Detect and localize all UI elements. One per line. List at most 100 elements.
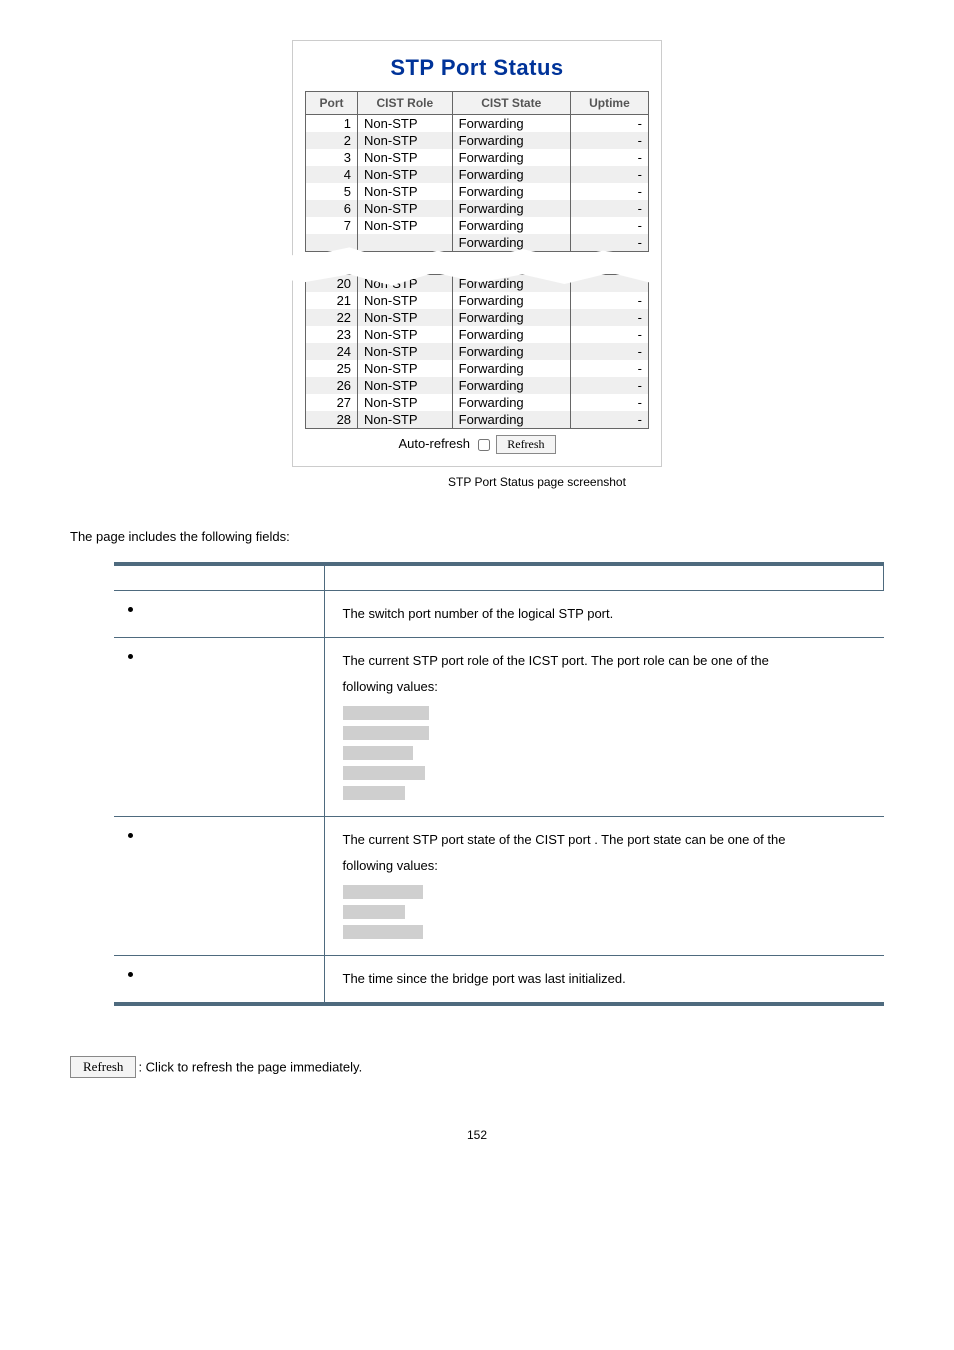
cell-uptime: - — [570, 394, 648, 411]
col-header-cist-role: CIST Role — [358, 92, 453, 115]
cell-cist-state: Forwarding — [452, 115, 570, 133]
cell-cist-role: Non-STP — [358, 200, 453, 217]
fields-intro-text: The page includes the following fields: — [70, 529, 884, 544]
cell-uptime: - — [570, 115, 648, 133]
table-row: 7 Non-STP Forwarding - — [306, 217, 649, 234]
table-row: 3 Non-STP Forwarding - — [306, 149, 649, 166]
cell-port: 6 — [306, 200, 358, 217]
cell-cist-state: Forwarding — [452, 217, 570, 234]
cell-cist-state: Forwarding — [452, 183, 570, 200]
cell-cist-state: Forwarding — [452, 343, 570, 360]
cell-port: 4 — [306, 166, 358, 183]
fields-description-table: The switch port number of the logical ST… — [114, 562, 884, 1006]
cist-role-line2: following values: — [343, 679, 438, 694]
field-label-uptime — [114, 955, 324, 1004]
cist-role-line1: The current STP port role of the ICST po… — [343, 653, 769, 668]
cell-port: 2 — [306, 132, 358, 149]
value-placeholder — [343, 746, 413, 760]
stp-status-table: Port CIST Role CIST State Uptime 1 Non-S… — [305, 91, 649, 252]
cell-port: 5 — [306, 183, 358, 200]
cell-uptime: - — [570, 217, 648, 234]
stp-status-table-lower: 20 Non-STP Forwarding 21 Non-STP Forward… — [305, 274, 649, 429]
table-row: 6 Non-STP Forwarding - — [306, 200, 649, 217]
cell-port: 24 — [306, 343, 358, 360]
value-placeholder — [343, 766, 425, 780]
cell-cist-role: Non-STP — [358, 132, 453, 149]
panel-title: STP Port Status — [305, 55, 649, 81]
refresh-row: Auto-refresh Refresh — [305, 429, 649, 456]
cell-uptime: - — [570, 166, 648, 183]
cist-state-line2: following values: — [343, 858, 438, 873]
table-row: 28 Non-STP Forwarding - — [306, 411, 649, 429]
cell-cist-role: Non-STP — [358, 149, 453, 166]
field-desc-uptime: The time since the bridge port was last … — [324, 955, 884, 1004]
refresh-note-text: : Click to refresh the page immediately. — [138, 1059, 362, 1074]
cell-cist-role: Non-STP — [358, 309, 453, 326]
cell-port: 25 — [306, 360, 358, 377]
cell-port: 22 — [306, 309, 358, 326]
table-row: 24 Non-STP Forwarding - — [306, 343, 649, 360]
cell-port: 28 — [306, 411, 358, 429]
cell-uptime: - — [570, 326, 648, 343]
cell-cist-role: Non-STP — [358, 115, 453, 133]
value-placeholder — [343, 925, 423, 939]
cell-uptime: - — [570, 234, 648, 252]
table-row: 25 Non-STP Forwarding - — [306, 360, 649, 377]
refresh-button-large[interactable]: Refresh — [70, 1056, 136, 1078]
value-placeholder — [343, 786, 405, 800]
cell-cist-role: Non-STP — [358, 326, 453, 343]
cell-uptime: - — [570, 292, 648, 309]
table-row: 4 Non-STP Forwarding - — [306, 166, 649, 183]
field-label-port — [114, 590, 324, 637]
cell-uptime: - — [570, 377, 648, 394]
cell-cist-state: Forwarding — [452, 166, 570, 183]
cell-cist-state: Forwarding — [452, 360, 570, 377]
table-row: 1 Non-STP Forwarding - — [306, 115, 649, 133]
cell-port: 7 — [306, 217, 358, 234]
cell-port: 26 — [306, 377, 358, 394]
cell-cist-role: Non-STP — [358, 166, 453, 183]
table-row: 21 Non-STP Forwarding - — [306, 292, 649, 309]
cell-cist-role: Non-STP — [358, 360, 453, 377]
refresh-note: Refresh: Click to refresh the page immed… — [70, 1056, 884, 1078]
auto-refresh-label: Auto-refresh — [398, 436, 470, 451]
field-desc-port: The switch port number of the logical ST… — [324, 590, 884, 637]
auto-refresh-checkbox[interactable] — [478, 439, 490, 451]
cell-uptime: - — [570, 411, 648, 429]
table-row: 27 Non-STP Forwarding - — [306, 394, 649, 411]
cell-uptime: - — [570, 183, 648, 200]
cell-uptime: - — [570, 200, 648, 217]
cell-port: 3 — [306, 149, 358, 166]
stp-port-status-panel: STP Port Status Port CIST Role CIST Stat… — [292, 40, 662, 467]
table-row: 2 Non-STP Forwarding - — [306, 132, 649, 149]
cell-cist-state: Forwarding — [452, 132, 570, 149]
cell-cist-state: Forwarding — [452, 394, 570, 411]
cell-uptime: - — [570, 132, 648, 149]
cell-port: 21 — [306, 292, 358, 309]
field-desc-cist-role: The current STP port role of the ICST po… — [324, 637, 884, 816]
fields-header-left — [114, 564, 324, 590]
cell-cist-role: Non-STP — [358, 292, 453, 309]
cell-cist-role: Non-STP — [358, 411, 453, 429]
fields-header-right — [324, 564, 884, 590]
refresh-button[interactable]: Refresh — [496, 435, 555, 454]
cell-cist-role — [358, 234, 453, 252]
cell-cist-state: Forwarding — [452, 377, 570, 394]
field-desc-cist-state: The current STP port state of the CIST p… — [324, 816, 884, 955]
col-header-port: Port — [306, 92, 358, 115]
screenshot-caption: STP Port Status page screenshot — [292, 475, 662, 489]
cell-port: 1 — [306, 115, 358, 133]
field-label-cist-state — [114, 816, 324, 955]
table-row: 5 Non-STP Forwarding - — [306, 183, 649, 200]
col-header-uptime: Uptime — [570, 92, 648, 115]
cell-uptime: - — [570, 149, 648, 166]
cell-cist-state: Forwarding — [452, 326, 570, 343]
cell-cist-state: Forwarding — [452, 309, 570, 326]
col-header-cist-state: CIST State — [452, 92, 570, 115]
cell-cist-role: Non-STP — [358, 183, 453, 200]
cell-port: 27 — [306, 394, 358, 411]
cell-cist-state: Forwarding — [452, 149, 570, 166]
cell-uptime: - — [570, 343, 648, 360]
cell-cist-role: Non-STP — [358, 377, 453, 394]
cist-state-line1: The current STP port state of the CIST p… — [343, 832, 786, 847]
